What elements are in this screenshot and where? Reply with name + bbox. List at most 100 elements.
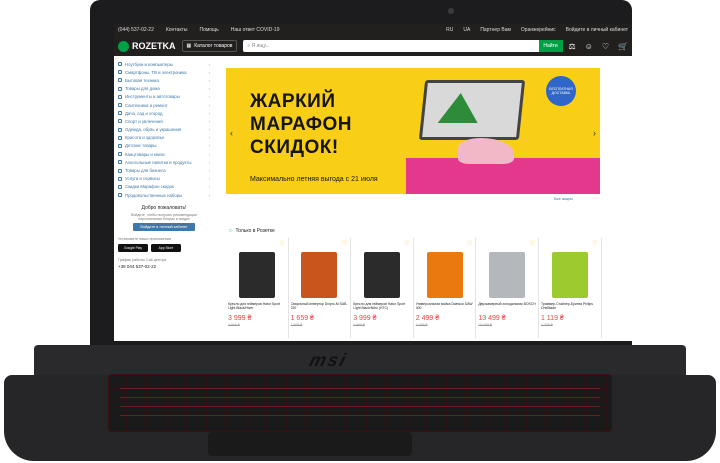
sidebar-item-label: Товары для дома: [125, 86, 160, 92]
logo-icon: [118, 40, 129, 52]
category-icon: [118, 184, 122, 189]
sidebar-item[interactable]: Детские товары ›: [118, 142, 210, 150]
banner-next-icon[interactable]: ›: [593, 128, 596, 138]
product-card[interactable]: ♡ Сварочный инвертор Dnipro-M SAB-220 1 65…: [289, 238, 352, 338]
sidebar-item[interactable]: Услуги и сервисы ›: [118, 175, 210, 183]
catalog-button[interactable]: ▦ Каталог товаров: [181, 40, 238, 52]
cart-icon[interactable]: 🛒: [618, 42, 628, 51]
product-image[interactable]: [426, 252, 463, 298]
header-icons: ⚖ ☺ ♡ 🛒: [569, 42, 628, 51]
chevron-right-icon: ›: [208, 118, 210, 124]
chevron-right-icon: ›: [208, 159, 210, 165]
category-icon: [118, 94, 122, 99]
sidebar-item[interactable]: Алкогольные напитки и продукты ›: [118, 158, 210, 166]
promo-banner[interactable]: БЕСПЛАТНАЯ ДОСТАВКА ЖАРКИЙ МАРАФОН СКИДО…: [226, 68, 600, 194]
product-name[interactable]: Кресло для геймеров Hator Sport Light Bl…: [353, 302, 411, 311]
product-image[interactable]: [301, 252, 338, 298]
favorite-heart-icon[interactable]: ♡: [592, 240, 597, 247]
sidebar-item[interactable]: Красота и здоровье ›: [118, 134, 210, 142]
product-card[interactable]: ♡ Двухкамерный холодильник BOSCH 13 499 ₴ 1…: [476, 238, 539, 338]
lang-ru[interactable]: RU: [446, 27, 453, 33]
apps-label: Установите наши приложения: [118, 237, 172, 242]
product-card[interactable]: ♡ Кресло для геймеров Hator Sport Light B…: [226, 238, 289, 338]
search-input[interactable]: ⌕ Я ищу... Найти: [243, 40, 563, 52]
product-price: 3 999 ₴: [228, 315, 252, 322]
product-image[interactable]: [238, 252, 275, 298]
category-icon: [118, 160, 122, 165]
favorite-heart-icon[interactable]: ♡: [279, 240, 284, 247]
sidebar-item[interactable]: Смартфоны, ТВ и электроника ›: [118, 68, 210, 76]
sidebar-item[interactable]: Инструменты и автотовары ›: [118, 93, 210, 101]
sidebar-item[interactable]: Скидки Марафон скидок ›: [118, 183, 210, 191]
login-button[interactable]: Войдите в личный кабинет: [133, 223, 195, 232]
chevron-right-icon: ›: [208, 86, 210, 92]
banner-laptop-image: [418, 80, 526, 140]
sidebar-item-label: Сантехника и ремонт: [125, 102, 168, 108]
favorite-heart-icon[interactable]: ♡: [530, 240, 535, 247]
chevron-right-icon: ›: [208, 168, 210, 174]
user-icon[interactable]: ☺: [585, 42, 593, 51]
rozetka-logo[interactable]: ROZETKA: [118, 40, 176, 52]
sidebar-item[interactable]: Спорт и увлечения ›: [118, 117, 210, 125]
product-card[interactable]: ♡ Триммер-Стайлер-Бритва Philips OneBlade…: [539, 238, 602, 338]
welcome-subtitle: Войдите, чтобы получать рекомендации пер…: [131, 213, 197, 222]
all-actions-link[interactable]: Все акции: [554, 196, 573, 201]
sidebar-item[interactable]: Ноутбуки и компьютеры ›: [118, 60, 210, 68]
category-icon: [118, 168, 122, 173]
app-store-button[interactable]: App Store: [151, 244, 181, 253]
chevron-right-icon: ›: [208, 77, 210, 83]
google-play-button[interactable]: Google Play: [118, 244, 148, 253]
favorite-heart-icon[interactable]: ♡: [404, 240, 409, 247]
sidebar-item[interactable]: Продовольственные наборы ›: [118, 191, 210, 199]
sidebar-item[interactable]: Товары для дома ›: [118, 85, 210, 93]
product-image[interactable]: [489, 252, 526, 298]
product-grid: ♡ Кресло для геймеров Hator Sport Light B…: [226, 238, 602, 338]
sidebar-item[interactable]: Канцтовары и книги ›: [118, 150, 210, 158]
search-button[interactable]: Найти: [538, 40, 563, 52]
favorite-heart-icon[interactable]: ♡: [342, 240, 347, 247]
sidebar-item[interactable]: Дача, сад и огород ›: [118, 109, 210, 117]
product-card[interactable]: ♡ Универсальная мойка Daewoo DAW 400 2 499…: [414, 238, 477, 338]
topbar-promo[interactable]: Оранжерейнис: [521, 27, 556, 33]
chevron-right-icon: ›: [208, 110, 210, 116]
product-image[interactable]: [363, 252, 400, 298]
product-old-price: 3 499 ₴: [415, 323, 428, 327]
product-image[interactable]: [551, 252, 588, 298]
topbar-link-contacts[interactable]: Контакты: [166, 27, 188, 33]
category-icon: [118, 78, 122, 83]
chevron-right-icon: ›: [208, 176, 210, 182]
topbar-partner[interactable]: Партнер Вам: [480, 27, 511, 33]
sidebar-item[interactable]: Одежда, обувь и украшения ›: [118, 126, 210, 134]
lang-ua[interactable]: UA: [463, 27, 470, 33]
webcam: [448, 8, 454, 14]
category-icon: [118, 62, 122, 67]
product-name[interactable]: Универсальная мойка Daewoo DAW 400: [416, 302, 474, 311]
product-old-price: 1 399 ₴: [540, 323, 553, 327]
sidebar-item[interactable]: Товары для бизнеса ›: [118, 166, 210, 174]
chevron-right-icon: ›: [208, 127, 210, 133]
product-price: 3 999 ₴: [353, 315, 377, 322]
product-old-price: 4 999 ₴: [228, 323, 240, 327]
heart-icon[interactable]: ♡: [602, 42, 609, 51]
topbar-login[interactable]: Войдите в личный кабинет: [566, 27, 628, 33]
banner-prev-icon[interactable]: ‹: [230, 128, 233, 138]
contacts-phone[interactable]: +38 044 537-02-22: [118, 264, 210, 269]
topbar-link-help[interactable]: Помощь: [199, 27, 218, 33]
product-card[interactable]: ♡ Кресло для геймеров Hator Sport Light B…: [351, 238, 414, 338]
favorite-heart-icon[interactable]: ♡: [467, 240, 472, 247]
sidebar-item[interactable]: Сантехника и ремонт ›: [118, 101, 210, 109]
chevron-right-icon: ›: [208, 61, 210, 67]
product-name[interactable]: Триммер-Стайлер-Бритва Philips OneBlade: [541, 302, 599, 311]
product-name[interactable]: Кресло для геймеров Hator Sport Light Bl…: [228, 302, 286, 311]
product-price: 1 119 ₴: [540, 315, 564, 322]
search-placeholder: Я ищу...: [251, 43, 270, 49]
topbar-phone[interactable]: (044) 537-02-22: [118, 27, 154, 33]
site-header: ROZETKA ▦ Каталог товаров ⌕ Я ищу... Най…: [114, 36, 632, 56]
sidebar-item[interactable]: Бытовая техника ›: [118, 76, 210, 84]
sidebar-item-label: Одежда, обувь и украшения: [125, 127, 182, 133]
product-name[interactable]: Двухкамерный холодильник BOSCH: [478, 302, 536, 311]
product-name[interactable]: Сварочный инвертор Dnipro-M SAB-220: [291, 302, 349, 311]
grid-icon: ▦: [186, 43, 192, 49]
compare-icon[interactable]: ⚖: [569, 42, 576, 51]
topbar-link-covid[interactable]: Наш ответ COVID-19: [231, 27, 280, 33]
